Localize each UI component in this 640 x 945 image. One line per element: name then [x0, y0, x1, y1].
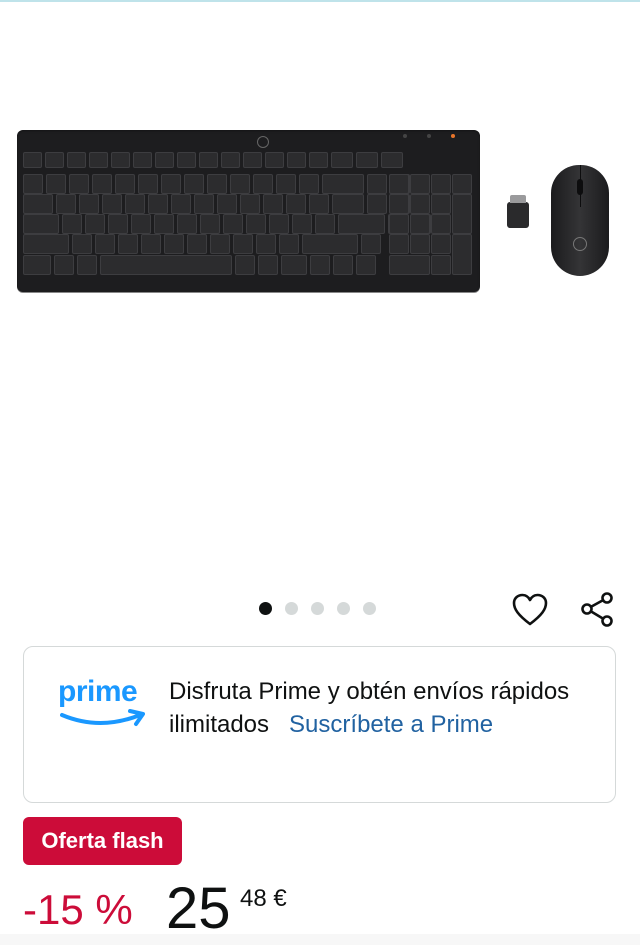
carousel-indicator[interactable]: [259, 602, 376, 615]
prime-message: Disfruta Prime y obtén envíos rápidos il…: [169, 675, 589, 741]
product-image[interactable]: [0, 2, 640, 580]
key-row: [23, 194, 410, 214]
share-button[interactable]: [577, 590, 617, 630]
deal-badge: Oferta flash: [23, 817, 182, 865]
usb-dongle-image: [507, 195, 529, 228]
wishlist-button[interactable]: [510, 590, 550, 630]
discount-percent: -15 %: [23, 886, 133, 933]
carousel-dot[interactable]: [337, 602, 350, 615]
hp-logo: [257, 136, 269, 148]
share-icon: [581, 592, 613, 627]
carousel-dot[interactable]: [311, 602, 324, 615]
key-row: [23, 234, 381, 254]
key-row: [23, 214, 431, 234]
carousel-dot[interactable]: [285, 602, 298, 615]
led-indicator: [427, 134, 431, 138]
prime-logo: prime: [58, 675, 148, 731]
key-row: [23, 152, 403, 168]
price-whole: 25: [166, 876, 231, 941]
key-row: [23, 255, 376, 275]
mouse-image: [551, 165, 609, 276]
led-indicator: [451, 134, 455, 138]
carousel-dot[interactable]: [259, 602, 272, 615]
led-indicator: [403, 134, 407, 138]
prime-subscribe-link[interactable]: Suscríbete a Prime: [289, 711, 493, 738]
key-row: [23, 174, 410, 194]
prime-logo-text: prime: [58, 675, 138, 708]
carousel-dot[interactable]: [363, 602, 376, 615]
prime-promo-card[interactable]: prime Disfruta Prime y obtén envíos rápi…: [23, 646, 616, 803]
prime-smile-icon: [60, 709, 145, 726]
keyboard-image: [17, 130, 480, 292]
price-fraction: 48 €: [240, 885, 287, 912]
bottom-divider: [0, 934, 640, 945]
heart-icon: [512, 593, 548, 626]
